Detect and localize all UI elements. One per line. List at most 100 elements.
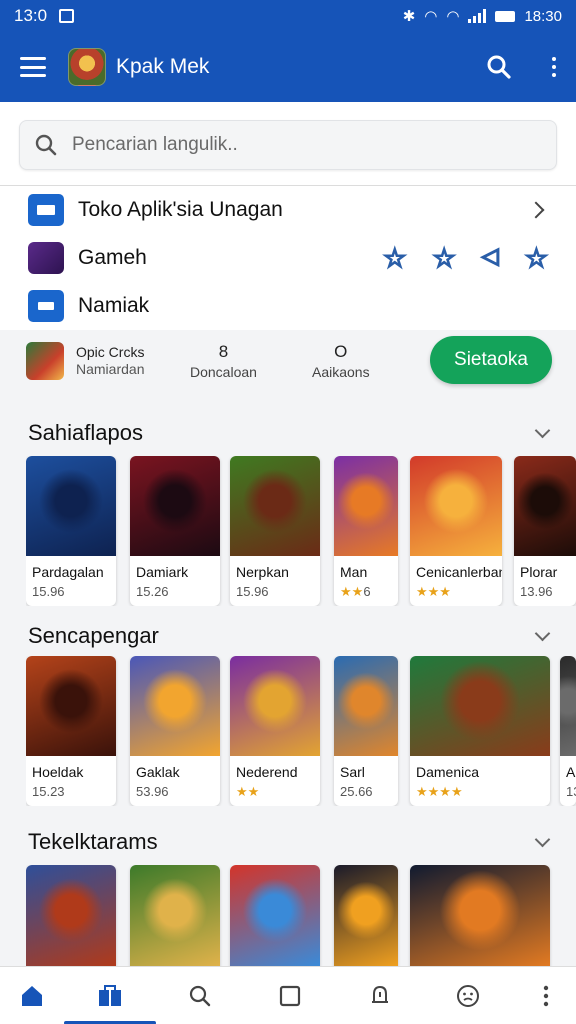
search-bar[interactable] <box>19 120 557 170</box>
wifi-icon: ◠ <box>424 8 438 25</box>
search-icon[interactable] <box>486 54 512 80</box>
hamburger-menu-icon[interactable] <box>20 57 46 77</box>
app-card[interactable]: AH Cenicanlerban ★★★ <box>410 456 502 606</box>
app-card-image <box>560 656 576 756</box>
status-time-left: 13:0 <box>14 6 48 25</box>
app-card[interactable]: 38 Pardagalan 15.96 <box>26 456 116 606</box>
app-name: Nederend <box>236 764 298 780</box>
chevron-down-icon[interactable] <box>534 831 551 847</box>
app-card[interactable]: Man ★★6 <box>334 456 398 606</box>
search-input[interactable] <box>72 134 512 156</box>
app-card-image <box>230 656 320 756</box>
store-icon <box>28 194 64 226</box>
section-header[interactable]: Sahiaflapos <box>28 420 552 446</box>
chevron-down-icon[interactable] <box>534 625 551 641</box>
app-meta: 15.23 <box>32 784 65 799</box>
app-meta: ★★★ <box>416 584 451 600</box>
app-title: Kpak Mek <box>116 55 210 78</box>
app-meta: 53.96 <box>136 784 169 799</box>
app-meta-value: 15.96 <box>236 584 269 599</box>
category-games[interactable]: Gameh ☆ ☆ ◁ ☆ <box>0 234 576 282</box>
star-rating: ★★ <box>236 784 260 799</box>
nav-home[interactable] <box>0 967 64 1024</box>
app-row: 33 Hoeldak 15.23 55 Gaklak 53.96 Nederend ★★ Sar… <box>26 656 576 806</box>
app-card[interactable] <box>230 865 320 966</box>
wifi-icon-2: ◠ <box>446 8 460 25</box>
app-card-image <box>334 656 398 756</box>
category-apps[interactable]: Namiak <box>0 282 576 330</box>
app-name: Pardagalan <box>32 564 104 580</box>
app-meta-value: 15.96 <box>32 584 65 599</box>
search-section <box>0 102 576 186</box>
featured-stat-rating: O Aaikaons <box>312 342 370 380</box>
more-vert-icon[interactable] <box>552 57 556 77</box>
nav-more[interactable] <box>514 967 576 1024</box>
app-card[interactable]: 55 Gaklak 53.96 <box>130 656 220 806</box>
category-store[interactable]: Toko Aplik'sia Unagan <box>0 186 576 234</box>
featured-stat-downloads: 8 Doncaloan <box>190 342 257 380</box>
app-meta: 25.66 <box>340 784 373 799</box>
app-card[interactable]: Adkssaik 13.60 <box>560 656 576 806</box>
chevron-down-icon[interactable] <box>534 422 551 438</box>
battery-icon <box>495 10 516 22</box>
app-card-image <box>410 656 550 756</box>
install-button[interactable]: Sietaoka <box>430 336 552 384</box>
app-card-image <box>230 456 320 556</box>
app-card[interactable] <box>130 865 220 966</box>
status-time-right: 18:30 <box>524 7 562 25</box>
app-meta: ★★ <box>236 784 259 800</box>
featured-thumbnail[interactable] <box>26 342 64 380</box>
app-card-image <box>410 456 502 556</box>
app-card[interactable] <box>26 865 116 966</box>
star-icon[interactable]: ☆ <box>382 244 407 272</box>
app-card[interactable]: 30 Damiark 15.26 <box>130 456 220 606</box>
app-card-image <box>26 656 116 756</box>
star-rating: ★★★★ <box>416 784 463 799</box>
app-name: Damenica <box>416 764 480 780</box>
app-name: Gaklak <box>136 764 180 780</box>
category-list: Toko Aplik'sia Unagan Gameh ☆ ☆ ◁ ☆ Nami… <box>0 186 576 330</box>
app-card[interactable] <box>334 865 398 966</box>
featured-title: Opic Crcks <box>76 344 145 361</box>
app-meta-value: 15.23 <box>32 784 65 799</box>
star-icon[interactable]: ☆ <box>524 244 549 272</box>
app-meta: 15.96 <box>32 584 65 599</box>
nav-notifications[interactable] <box>348 967 412 1024</box>
app-card[interactable] <box>410 865 550 966</box>
rating-badge: AH <box>479 589 496 602</box>
app-card[interactable]: 33 Hoeldak 15.23 <box>26 656 116 806</box>
nav-library[interactable] <box>258 967 322 1024</box>
stat-label: Aaikaons <box>312 364 370 380</box>
rating-badge: 55 <box>197 789 214 802</box>
section-header[interactable]: Tekelktarams <box>28 829 552 855</box>
app-meta: 15.96 <box>236 584 269 599</box>
app-name: Nerpkan <box>236 564 289 580</box>
chevron-right-icon <box>527 201 545 219</box>
tag-icon[interactable]: ◁ <box>481 244 500 271</box>
app-card[interactable]: Damenica ★★★★ <box>410 656 550 806</box>
app-card[interactable]: Plorar 13.96 <box>514 456 576 606</box>
app-bar: Kpak Mek <box>0 32 576 102</box>
app-card[interactable]: 13 Nerpkan 15.96 <box>230 456 320 606</box>
app-card[interactable]: Nederend ★★ <box>230 656 320 806</box>
app-card-image <box>514 456 576 556</box>
app-name: Sarl <box>340 764 365 780</box>
app-card[interactable]: Sarl 25.66 <box>334 656 398 806</box>
section-header[interactable]: Sencapengar <box>28 623 552 649</box>
more-vert-icon <box>543 985 549 1007</box>
category-label: Toko Aplik'sia Unagan <box>78 198 283 221</box>
app-card-image <box>410 865 550 966</box>
nav-profile[interactable] <box>436 967 500 1024</box>
app-meta-value: 53.96 <box>136 784 169 799</box>
app-name: Hoeldak <box>32 764 84 780</box>
app-meta-value: 13.60 <box>566 784 576 799</box>
app-card-image <box>26 456 116 556</box>
nav-search[interactable] <box>168 967 232 1024</box>
category-label: Gameh <box>78 246 147 269</box>
star-icon[interactable]: ☆ <box>432 244 457 272</box>
search-icon <box>35 134 57 156</box>
app-meta-value: 13.96 <box>520 584 553 599</box>
app-name: Adkssaik <box>566 764 576 780</box>
nav-apps[interactable] <box>78 967 142 1024</box>
rating-stars[interactable]: ☆ ☆ ◁ ☆ <box>382 244 549 272</box>
